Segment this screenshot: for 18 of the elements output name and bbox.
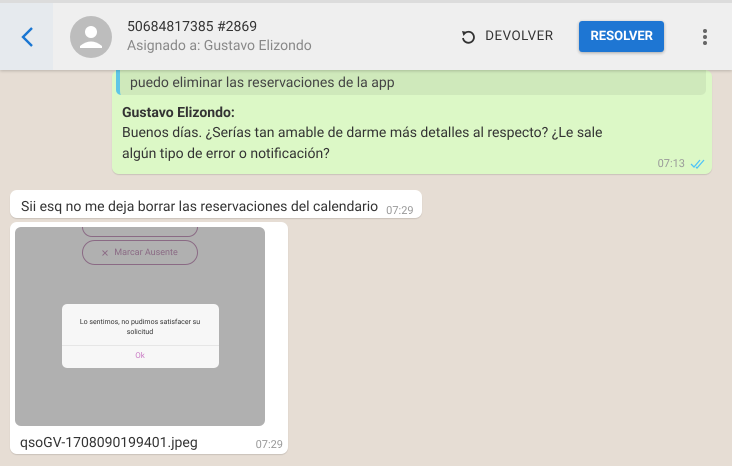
message-time: 07:13 xyxy=(658,157,685,170)
undo-icon xyxy=(460,28,476,44)
more-options-icon[interactable] xyxy=(702,28,708,46)
close-icon xyxy=(102,250,108,256)
resolve-button[interactable]: RESOLVER xyxy=(579,21,664,52)
pill-label: Marcar Ausente xyxy=(114,248,178,258)
avatar-icon xyxy=(70,16,112,58)
chevron-left-icon xyxy=(20,26,34,48)
message-time: 07:29 xyxy=(386,204,414,217)
message-text: Buenos días. ¿Serías tan amable de darme más detalles al respecto? ¿Le sale algún tipo de error o notificación? xyxy=(122,124,604,164)
message-text: Sii esq no me deja borrar las reservaciones del calendario xyxy=(21,199,378,215)
chat-title: 50684817385 #2869 xyxy=(127,19,258,35)
file-name: qsoGV-1708090199401.jpeg xyxy=(20,435,198,451)
quoted-message: puedo eliminar las reservaciones de la app xyxy=(116,70,706,95)
message-time: 07:29 xyxy=(256,438,283,451)
message-author: Gustavo Elizondo: xyxy=(122,105,236,121)
return-button[interactable]: DEVOLVER xyxy=(454,28,560,46)
assignee-text: Asignado a: Gustavo Elizondo xyxy=(127,38,313,54)
